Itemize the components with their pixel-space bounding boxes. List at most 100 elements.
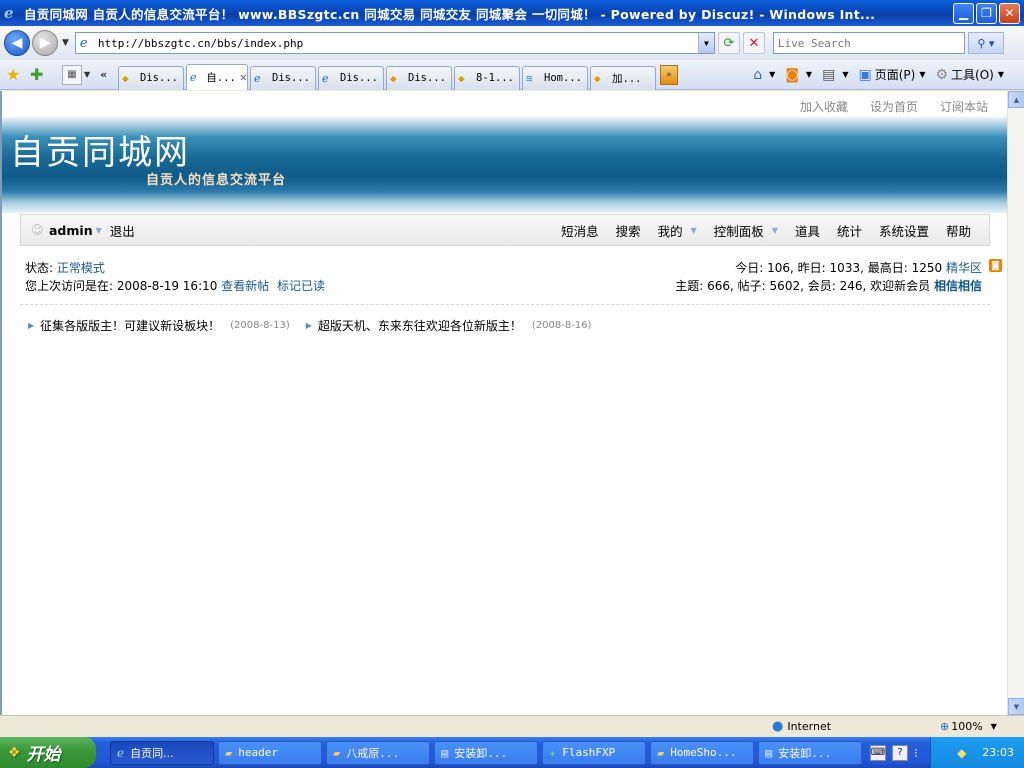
clock[interactable]: 23:03	[982, 746, 1014, 759]
top-links: 加入收藏 设为首页 订阅本站	[800, 98, 988, 115]
minimize-button[interactable]: ▁	[953, 2, 974, 24]
browser-tab[interactable]: ◆ 加...	[590, 65, 656, 90]
stop-button[interactable]: ✕	[742, 32, 765, 54]
menu-system-settings[interactable]: 系统设置	[879, 221, 929, 240]
shield-icon: ◆	[390, 71, 397, 85]
home-button[interactable]: ⌂ ▼	[753, 67, 775, 83]
add-favorite-link[interactable]: 加入收藏	[800, 98, 848, 115]
favorites-star-icon[interactable]: ★	[6, 65, 26, 84]
browser-tab[interactable]: ◆ Dis...	[386, 65, 452, 90]
address-bar[interactable]: e http://bbszgtc.cn/bbs/index.php ▼	[74, 32, 715, 54]
menu-stats[interactable]: 统计	[837, 221, 862, 240]
help-icon[interactable]: ?	[892, 744, 908, 761]
taskbar-button[interactable]: ▤ 安装卸...	[434, 740, 538, 765]
site-banner: 自贡同城网 自贡人的信息交流平台	[2, 117, 1007, 213]
gear-icon: ⚙	[935, 66, 949, 83]
announcement-item[interactable]: ▶ 超版天机、东来东往欢迎各位新版主！ (2008-8-16)	[306, 317, 592, 334]
zoom-control[interactable]: ⊕ 100% ▼	[940, 720, 997, 733]
security-zone[interactable]: ● Internet	[772, 719, 831, 734]
stat-yesterday: 1033	[829, 261, 861, 275]
logout-link[interactable]: 退出	[110, 221, 135, 240]
browser-tab[interactable]: ≋ Hom...	[522, 65, 588, 90]
taskbar-button[interactable]: ▤ 安装卸...	[758, 740, 862, 765]
user-menu-dropdown[interactable]: ▼	[96, 226, 102, 235]
window-titlebar[interactable]: e 自贡同城网 自贡人的信息交流平台！ www.BBSzgtc.cn 同城交易 …	[0, 0, 1024, 26]
browser-tab[interactable]: ◆ 8-1...	[454, 65, 520, 90]
taskbar-button[interactable]: ▰ HomeSho...	[650, 740, 754, 765]
ie-icon: e	[254, 71, 261, 85]
menu-items[interactable]: 道具	[795, 221, 820, 240]
mark-read-link[interactable]: 标记已读	[277, 279, 325, 293]
page-menu-button[interactable]: ▣ 页面(P) ▼	[858, 66, 925, 83]
restore-button[interactable]: ❐	[976, 2, 997, 24]
menu-control-panel-dropdown[interactable]: ▼	[772, 226, 778, 235]
tab-scroll-right-button[interactable]: »	[660, 64, 678, 85]
rss-icon[interactable]: ◙	[989, 259, 1002, 272]
browser-tab[interactable]: e Dis...	[250, 65, 316, 90]
site-name[interactable]: 自贡同城网	[10, 125, 190, 174]
set-homepage-link[interactable]: 设为首页	[870, 98, 918, 115]
taskbar-button[interactable]: ▰ 八戒原...	[326, 740, 430, 765]
menu-search[interactable]: 搜索	[616, 221, 641, 240]
scroll-down-button[interactable]: ▼	[1008, 698, 1024, 715]
new-posts-link[interactable]: 查看新帖	[221, 279, 269, 293]
tab-label: Dis...	[140, 72, 178, 84]
digest-link[interactable]: 精华区	[946, 261, 982, 275]
menu-mine[interactable]: 我的	[658, 221, 683, 240]
scroll-up-button[interactable]: ▲	[1008, 91, 1024, 108]
tab-label: Dis...	[408, 72, 446, 84]
browser-tab[interactable]: e Dis...	[318, 65, 384, 90]
forward-button[interactable]: ▶	[32, 30, 58, 56]
menu-control-panel[interactable]: 控制面板	[714, 221, 764, 240]
taskbar-button-label: 自贡同...	[130, 746, 174, 760]
tab-scroll-left-button[interactable]: «	[100, 68, 118, 81]
back-button[interactable]: ◀	[4, 30, 30, 56]
newest-member-link[interactable]: 相信相信	[934, 279, 982, 293]
menu-mine-dropdown[interactable]: ▼	[691, 226, 697, 235]
announcement-title[interactable]: 征集各版版主！可建议新设板块！	[40, 317, 220, 334]
taskbar-button[interactable]: ✦ FlashFXP	[542, 740, 646, 765]
user-bar: ☺ admin ▼ 退出 短消息 搜索 我的 ▼ 控制面板 ▼ 道具 统计 系统…	[20, 214, 990, 246]
tab-list-dropdown[interactable]: ▼	[84, 70, 96, 79]
tray-network-icon[interactable]: ◆	[957, 746, 966, 760]
taskbar-button-label: FlashFXP	[562, 746, 616, 759]
last-visit-label: 您上次访问是在:	[25, 279, 114, 293]
tab-label: 8-1...	[476, 72, 514, 84]
shield-icon: ◆	[458, 71, 465, 85]
search-input[interactable]	[772, 32, 965, 54]
recent-pages-dropdown[interactable]: ▼	[62, 38, 69, 48]
vertical-scrollbar[interactable]: ▲ ▼	[1007, 91, 1024, 715]
language-options-icon[interactable]: ⁝	[914, 746, 918, 760]
browser-tab[interactable]: e 自... ✕	[186, 63, 248, 90]
search-button[interactable]: ⚲ ▾	[967, 32, 1004, 54]
menu-help[interactable]: 帮助	[946, 221, 971, 240]
close-button[interactable]: ✕	[999, 2, 1020, 24]
globe-icon: ●	[772, 719, 784, 734]
browser-tab[interactable]: ◆ Dis...	[118, 65, 184, 90]
tools-menu-button[interactable]: ⚙ 工具(O) ▼	[935, 66, 1004, 83]
divider	[20, 304, 990, 305]
announcement-item[interactable]: ▶ 征集各版版主！可建议新设板块！ (2008-8-13)	[28, 317, 290, 334]
status-mode-link[interactable]: 正常模式	[57, 261, 105, 275]
subscribe-link[interactable]: 订阅本站	[940, 98, 988, 115]
keyboard-icon[interactable]: ⌨	[870, 744, 886, 761]
forum-stats: 今日: 106, 昨日: 1033, 最高日: 1250 精华区 主题: 666…	[675, 261, 982, 293]
feeds-button[interactable]: ◙ ▼	[785, 67, 812, 83]
last-visit-time: 2008-8-19 16:10	[116, 279, 218, 293]
address-url[interactable]: http://bbszgtc.cn/bbs/index.php	[98, 37, 698, 50]
announcement-title[interactable]: 超版天机、东来东往欢迎各位新版主！	[318, 317, 522, 334]
taskbar-button[interactable]: e 自贡同...	[110, 740, 214, 765]
tab-close-icon[interactable]: ✕	[240, 70, 247, 84]
start-button[interactable]: ❖ 开始	[0, 737, 96, 768]
print-button[interactable]: ▤ ▼	[822, 67, 848, 83]
add-favorite-icon[interactable]: ✚	[30, 65, 50, 84]
tab-label: 自...	[206, 71, 236, 84]
menu-messages[interactable]: 短消息	[561, 221, 599, 240]
address-dropdown-button[interactable]: ▼	[697, 33, 714, 53]
username-link[interactable]: admin	[49, 223, 93, 238]
tab-toolbar: ★ ✚ ▦ ▼ « ◆ Dis... e 自... ✕ e Dis... e Dis... ◆ Di…	[0, 60, 1024, 90]
announcement-date: (2008-8-13)	[230, 320, 290, 331]
quick-tabs-button[interactable]: ▦	[62, 64, 82, 85]
refresh-button[interactable]: ⟳	[717, 32, 740, 54]
taskbar-button[interactable]: ▰ header	[218, 740, 322, 765]
